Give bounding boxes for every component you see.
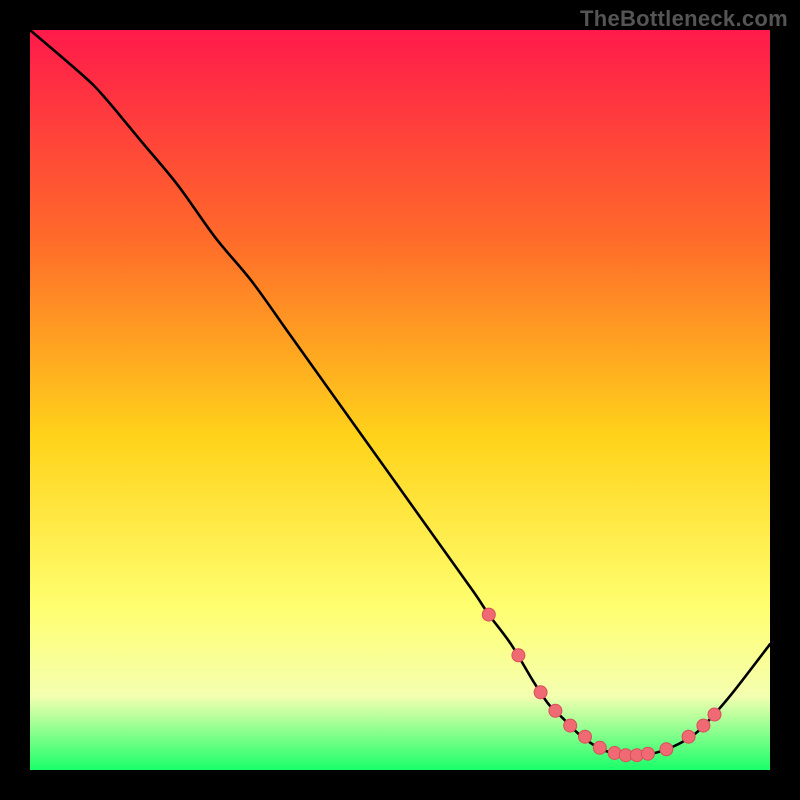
plot-area — [30, 30, 770, 770]
marker-dot — [564, 719, 577, 732]
chart-svg — [30, 30, 770, 770]
marker-dot — [593, 741, 606, 754]
marker-dot — [708, 708, 721, 721]
marker-dot — [697, 719, 710, 732]
chart-stage: TheBottleneck.com — [0, 0, 800, 800]
marker-dot — [549, 704, 562, 717]
marker-dot — [512, 649, 525, 662]
marker-dot — [641, 747, 654, 760]
marker-dot — [660, 743, 673, 756]
marker-dot — [579, 730, 592, 743]
marker-dot — [534, 686, 547, 699]
marker-dot — [482, 608, 495, 621]
watermark-label: TheBottleneck.com — [580, 6, 788, 32]
marker-dot — [682, 730, 695, 743]
